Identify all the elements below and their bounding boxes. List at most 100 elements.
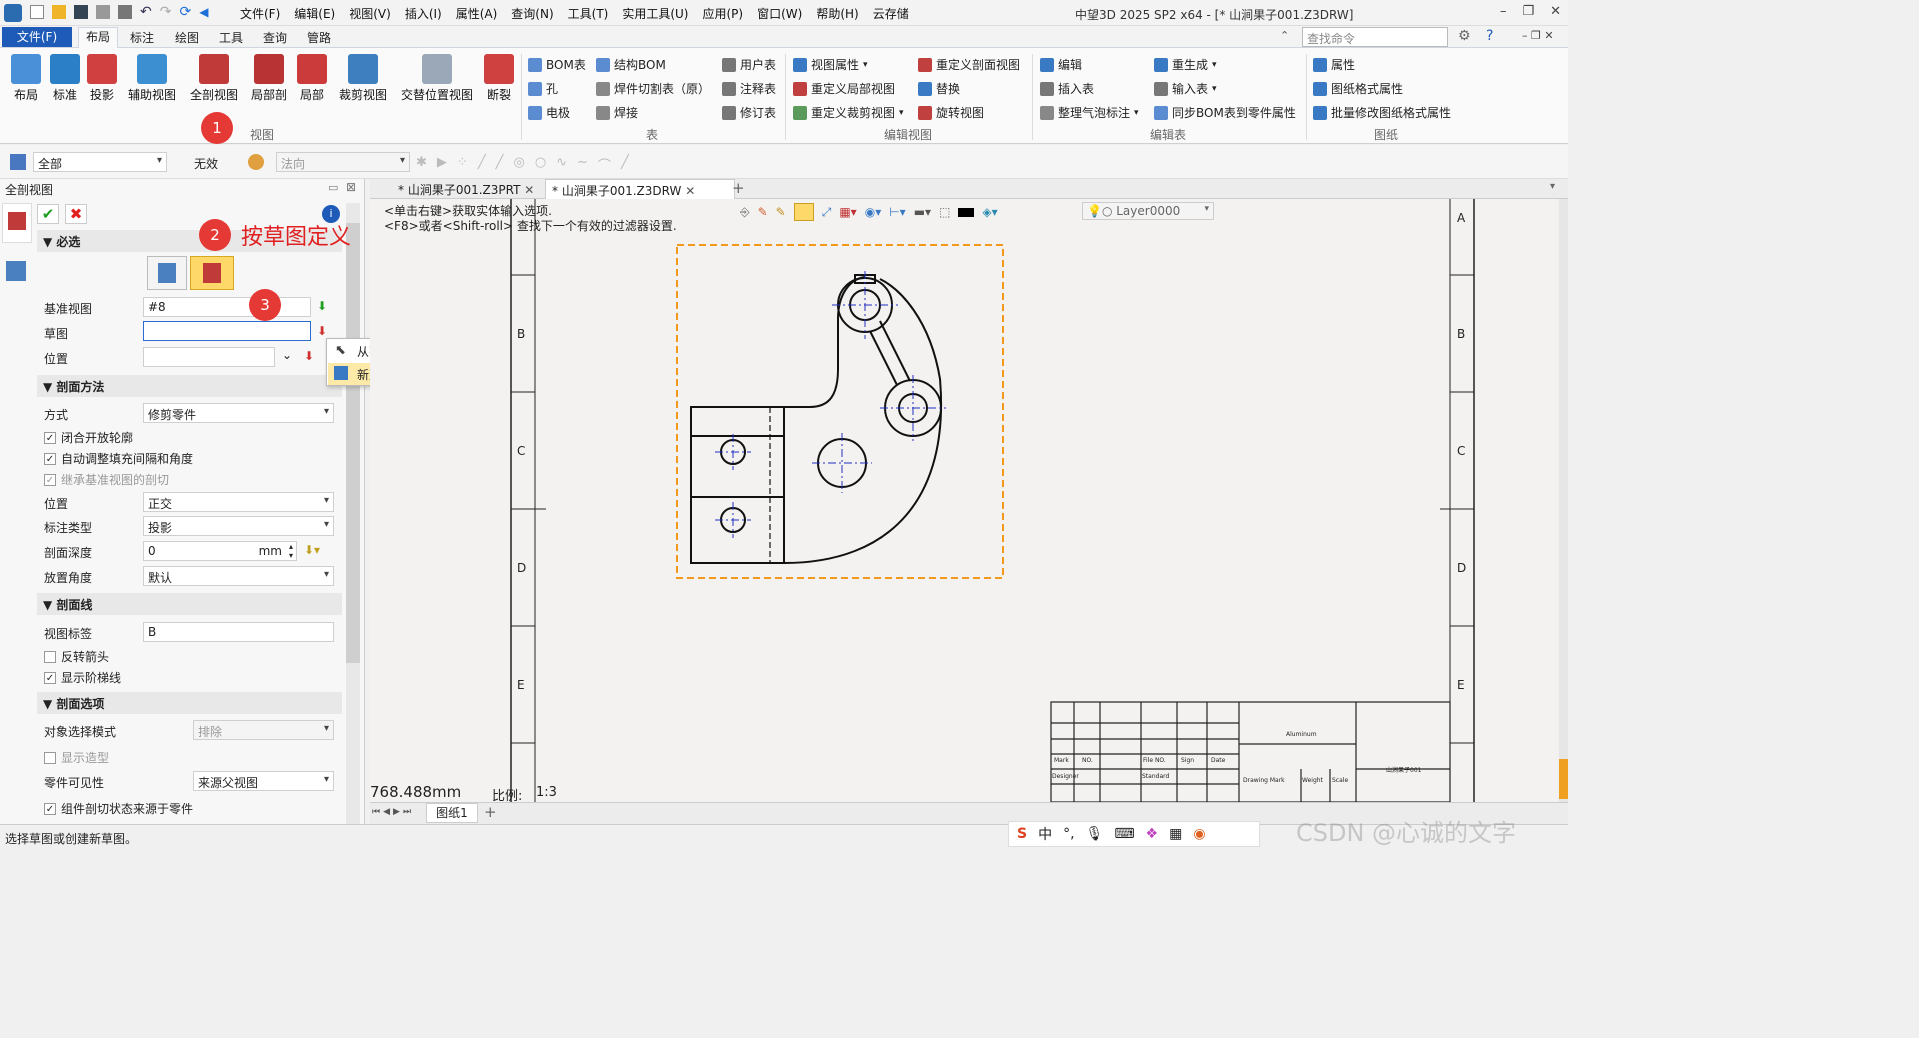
sogou-logo-icon[interactable]: S xyxy=(1017,826,1027,842)
cancel-x-icon[interactable]: ✖ xyxy=(65,204,87,224)
undo-icon[interactable]: ↶ xyxy=(140,5,152,21)
print-icon[interactable] xyxy=(96,5,110,19)
command-search-input[interactable]: 查找命令 xyxy=(1302,27,1448,47)
drawing-canvas[interactable]: <单击右键>获取实体输入选项. <F8>或者<Shift-roll> 查找下一个… xyxy=(370,199,1558,804)
bom-table-button[interactable]: BOM表 xyxy=(528,56,586,73)
position-input[interactable] xyxy=(143,347,275,367)
filter-settings-icon[interactable] xyxy=(248,154,264,170)
nav-back-icon[interactable]: ◀ xyxy=(199,5,208,21)
snap-point-icon[interactable]: ✱ xyxy=(416,155,427,174)
replace-button[interactable]: 替换 xyxy=(918,80,960,97)
tab-file[interactable]: 文件(F) xyxy=(2,27,72,47)
define-by-sketch-button[interactable] xyxy=(190,256,234,290)
refresh-icon[interactable]: ⟳ xyxy=(179,5,191,21)
part-outline[interactable] xyxy=(690,274,943,564)
view-label-input[interactable]: B xyxy=(143,622,334,642)
scrollbar-thumb[interactable] xyxy=(346,223,360,663)
show-step-lines-checkbox[interactable]: ✓ 显示阶梯线 xyxy=(44,669,121,686)
structure-bom-button[interactable]: 结构BOM xyxy=(596,56,666,73)
pick-base-view-icon[interactable]: ⬇ xyxy=(317,299,327,313)
orientation-select[interactable]: 正交 xyxy=(143,492,334,512)
notes-table-button[interactable]: 注释表 xyxy=(722,80,776,97)
pick-sketch-icon[interactable]: ⬇ xyxy=(317,324,327,338)
doc-window-controls[interactable]: – ❐ ✕ xyxy=(1522,29,1554,42)
import-table-button[interactable]: 输入表 ▾ xyxy=(1154,80,1217,97)
batch-sheet-format-button[interactable]: 批量修改图纸格式属性 xyxy=(1313,104,1451,121)
partial-section-button[interactable]: 局部剖 xyxy=(246,54,292,103)
menu-attribute[interactable]: 属性(A) xyxy=(456,5,498,22)
tab-query[interactable]: 查询 xyxy=(263,29,287,46)
sketch-input[interactable] xyxy=(143,321,311,341)
view-properties-button[interactable]: 视图属性 ▾ xyxy=(793,56,868,73)
snap-center-icon[interactable]: ◎ xyxy=(513,155,524,174)
help-icon[interactable]: ? xyxy=(1486,28,1493,44)
tab-annotate[interactable]: 标注 xyxy=(130,29,154,46)
direction-select[interactable]: 法向 xyxy=(276,152,410,172)
sync-bom-button[interactable]: 同步BOM表到零件属性 xyxy=(1154,104,1296,121)
full-section-view-button[interactable]: 全剖视图 xyxy=(185,54,243,103)
mode-select[interactable]: 修剪零件 xyxy=(143,403,334,423)
menu-help[interactable]: 帮助(H) xyxy=(816,5,858,22)
new-file-icon[interactable] xyxy=(30,5,44,19)
play-icon[interactable]: ▶ xyxy=(437,155,447,174)
section-options-header[interactable]: ▼ 剖面选项 xyxy=(37,692,342,714)
ime-punctuation[interactable]: °, xyxy=(1063,826,1074,842)
menu-cloud[interactable]: 云存储 xyxy=(873,5,909,22)
section-line-header[interactable]: ▼ 剖面线 xyxy=(37,593,342,615)
close-tab-icon[interactable]: ✕ xyxy=(524,183,534,197)
skin-icon[interactable]: ❖ xyxy=(1146,826,1159,842)
weldment-cut-table-button[interactable]: 焊件切割表（原） xyxy=(596,80,710,97)
sheet-tab-1[interactable]: 图纸1 xyxy=(426,803,478,823)
annotation-type-select[interactable]: 投影 xyxy=(143,516,334,536)
sheet-format-properties-button[interactable]: 图纸格式属性 xyxy=(1313,80,1403,97)
standard-view-button[interactable]: 标准 xyxy=(48,54,82,103)
close-tab-icon[interactable]: ✕ xyxy=(685,184,695,198)
tab-tools[interactable]: 工具 xyxy=(219,29,243,46)
menu-file[interactable]: 文件(F) xyxy=(240,5,280,22)
auxiliary-view-button[interactable]: 辅助视图 xyxy=(122,54,182,103)
pick-position-icon[interactable]: ⬇ xyxy=(304,349,314,363)
edit-table-button[interactable]: 编辑 xyxy=(1040,56,1082,73)
break-view-button[interactable]: 断裂 xyxy=(482,54,516,103)
tab-list-icon[interactable]: ▾ xyxy=(1550,181,1555,192)
part-visibility-select[interactable]: 来源父视图 xyxy=(193,771,334,791)
snap-grid-icon[interactable]: ⁘ xyxy=(457,155,468,174)
cut-icon[interactable] xyxy=(118,5,132,19)
regenerate-button[interactable]: 重生成 ▾ xyxy=(1154,56,1217,73)
define-by-points-button[interactable] xyxy=(147,256,187,290)
snap-arc-icon[interactable]: ⌒ xyxy=(598,155,611,174)
section-depth-input[interactable]: 0 mm ▴ ▾ xyxy=(143,541,297,561)
snap-edge-icon[interactable]: ╱ xyxy=(496,155,504,174)
panel-pin-icon[interactable]: ▭ xyxy=(328,181,338,194)
ime-chinese-mode[interactable]: 中 xyxy=(1038,824,1052,844)
redo-icon[interactable]: ↷ xyxy=(160,5,172,21)
sheet-properties-button[interactable]: 属性 xyxy=(1313,56,1355,73)
doc-tab-part[interactable]: * 山涧果子001.Z3PRT ✕ xyxy=(398,181,534,198)
menu-utilities[interactable]: 实用工具(U) xyxy=(622,5,688,22)
menu-query[interactable]: 查询(N) xyxy=(511,5,553,22)
open-folder-icon[interactable] xyxy=(52,5,66,19)
menu-apps[interactable]: 应用(P) xyxy=(703,5,744,22)
add-sheet-icon[interactable]: + xyxy=(484,803,497,821)
panel-close-icon[interactable]: ⊠ xyxy=(346,180,356,194)
settings-gear-icon[interactable]: ⚙ xyxy=(1458,28,1471,44)
save-icon[interactable] xyxy=(74,5,88,19)
close-icon[interactable]: ✕ xyxy=(1550,4,1561,19)
menu-window[interactable]: 窗口(W) xyxy=(757,5,802,22)
snap-spline-icon[interactable]: ∼ xyxy=(577,155,588,174)
show-shape-checkbox[interactable]: 显示造型 xyxy=(44,749,109,766)
crop-view-button[interactable]: 裁剪视图 xyxy=(334,54,392,103)
tab-layout[interactable]: 布局 xyxy=(78,27,118,48)
layout-button[interactable]: 布局 xyxy=(6,54,46,103)
toolbox-grid-icon[interactable]: ▦ xyxy=(1169,826,1182,842)
minimize-icon[interactable]: – xyxy=(1500,4,1507,19)
placement-angle-select[interactable]: 默认 xyxy=(143,566,334,586)
component-section-checkbox[interactable]: ✓ 组件剖切状态来源于零件 xyxy=(44,800,193,817)
alternate-position-view-button[interactable]: 交替位置视图 xyxy=(398,54,476,103)
ribbon-collapse-icon[interactable]: ⌃ xyxy=(1280,29,1289,42)
auto-adjust-fill-checkbox[interactable]: ✓ 自动调整填充间隔和角度 xyxy=(44,450,193,467)
menu-view[interactable]: 视图(V) xyxy=(349,5,391,22)
confirm-check-icon[interactable]: ✔ xyxy=(37,204,59,224)
add-tab-icon[interactable]: + xyxy=(732,179,745,197)
ime-mascot-icon[interactable]: ◉ xyxy=(1193,826,1205,842)
